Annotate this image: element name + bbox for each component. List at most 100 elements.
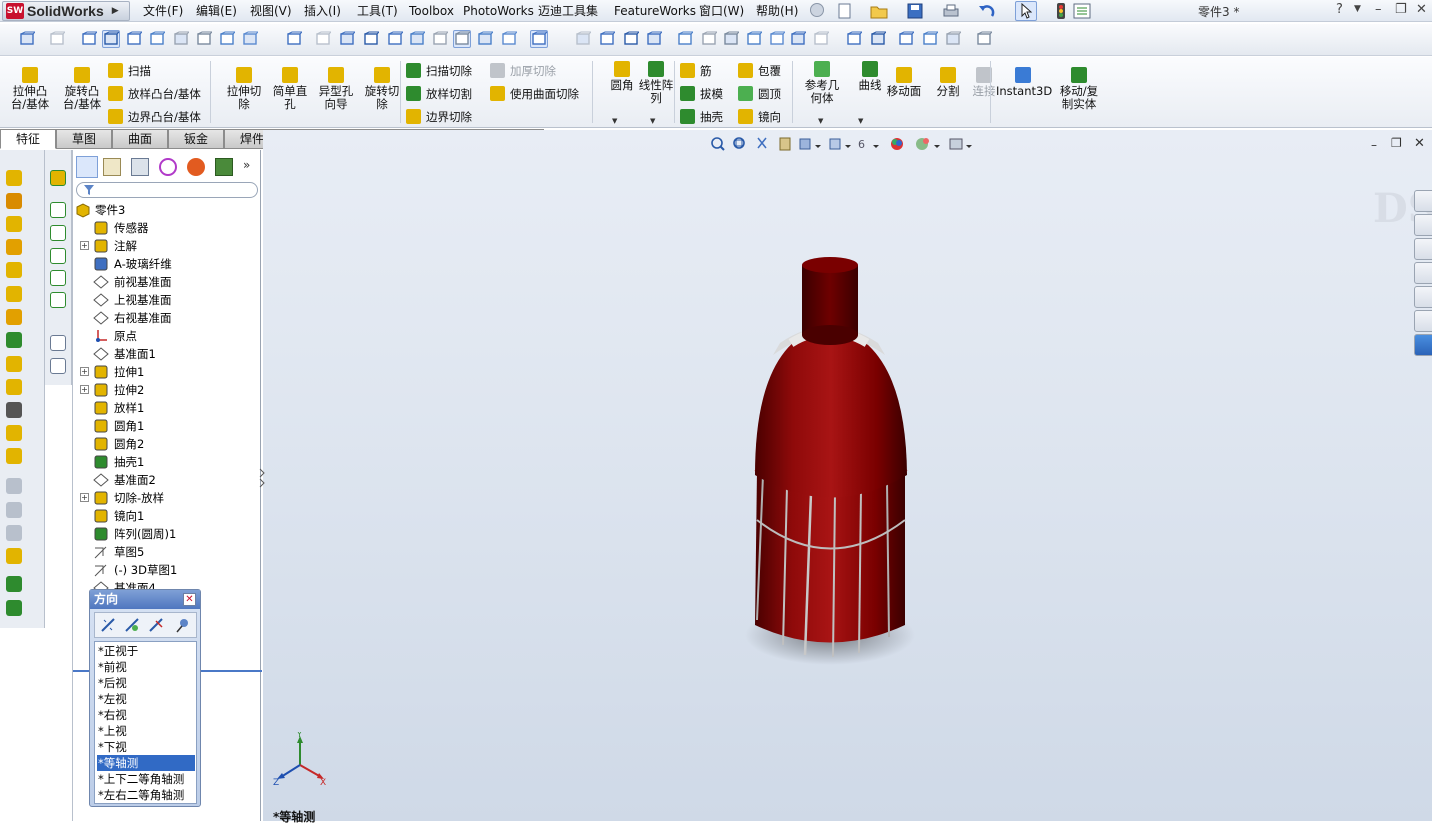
feature-tool-icon[interactable] [6,193,22,209]
menu-item[interactable]: 视图(V) [250,2,292,20]
sketch-tool-icon[interactable] [50,248,66,264]
tree-item[interactable]: 传感器 [73,219,262,237]
orientation-view-item[interactable]: *正视于 [97,643,195,659]
menu-item[interactable]: 迈迪工具集 [538,2,598,20]
view-toolbar-icon[interactable] [812,30,830,48]
view-toolbar-icon[interactable] [102,30,120,48]
ref-geometry-button[interactable]: 参考几 何体 [798,61,846,105]
menu-item[interactable]: 帮助(H) [756,2,798,20]
menu-item[interactable]: FeatureWorks [614,2,696,20]
view-toolbar-icon[interactable] [768,30,786,48]
view-toolbar-icon[interactable] [789,30,807,48]
feature-tool-icon[interactable] [6,576,22,592]
feature-tool-icon[interactable] [6,478,22,494]
view-toolbar-icon[interactable] [362,30,380,48]
sketch-tool-icon[interactable] [50,170,66,186]
loft-button[interactable]: 放样凸台/基体 [108,85,201,103]
view-toolbar-icon[interactable] [574,30,592,48]
lofted-cut-button[interactable]: 放样切割 [406,85,472,103]
feature-tool-icon[interactable] [6,502,22,518]
instant3d-button[interactable]: Instant3D [996,67,1052,98]
draft-button[interactable]: 拔模 [680,85,723,103]
orientation-view-item[interactable]: *右视 [97,707,195,723]
feature-tool-icon[interactable] [6,286,22,302]
orientation-view-item[interactable]: *左视 [97,691,195,707]
feature-tool-icon[interactable] [6,402,22,418]
view-toolbar-icon[interactable] [195,30,213,48]
tree-item[interactable]: 上视基准面 [73,291,262,309]
mirror-button[interactable]: 镜向 [738,108,781,126]
ribbon-dropdown-icon[interactable]: ▼ [818,117,823,125]
tree-item[interactable]: 放样1 [73,399,262,417]
close-button[interactable]: ✕ [1416,2,1427,17]
tree-item[interactable]: 原点 [73,327,262,345]
tree-item[interactable]: 镜向1 [73,507,262,525]
property-manager-tab-icon[interactable] [103,158,121,176]
solidworks-logo-menu[interactable]: SW SolidWorks ▶ [2,1,130,21]
revolve-boss-button[interactable]: 旋转凸 台/基体 [58,67,106,111]
feature-tool-icon[interactable] [6,356,22,372]
help-icon[interactable]: ? [1336,2,1343,17]
sketch-tool-icon[interactable] [50,292,66,308]
new-document-icon[interactable] [836,2,854,20]
tree-item[interactable]: + 注解 [73,237,262,255]
help-dropdown-icon[interactable]: ▼ [1354,4,1361,14]
sketch-tool-icon[interactable] [50,358,66,374]
view-toolbar-icon[interactable] [48,30,66,48]
tree-item[interactable]: 右视基准面 [73,309,262,327]
simple-hole-button[interactable]: 简单直 孔 [266,67,314,111]
tree-item[interactable]: (-) 3D草图1 [73,561,262,579]
view-toolbar-icon[interactable] [241,30,259,48]
expand-icon[interactable]: + [80,493,89,502]
ribbon-dropdown-icon[interactable]: ▼ [650,117,655,125]
boundary-button[interactable]: 边界凸台/基体 [108,108,201,126]
tree-item[interactable]: + 拉伸1 [73,363,262,381]
orientation-view-item[interactable]: *前视 [97,659,195,675]
feature-tool-icon[interactable] [6,525,22,541]
view-toolbar-icon[interactable] [598,30,616,48]
3dcontent-tab-icon[interactable] [1414,334,1432,356]
resources-tab-icon[interactable] [1414,190,1432,212]
panel-collapse-handle[interactable] [258,465,266,493]
appearances-tab-icon[interactable] [1414,286,1432,308]
tree-item[interactable]: 前视基准面 [73,273,262,291]
menu-pin-icon[interactable] [810,3,824,17]
tree-item[interactable]: 基准面1 [73,345,262,363]
dimxpert-manager-tab-icon[interactable] [159,158,177,176]
view-toolbar-icon[interactable] [148,30,166,48]
sketch-tool-icon[interactable] [50,202,66,218]
rebuild-icon[interactable] [1052,2,1070,20]
reset-standard-views-icon[interactable] [148,617,164,633]
view-toolbar-icon[interactable] [314,30,332,48]
viewport-minimize-button[interactable]: – [1371,138,1377,152]
view-toolbar-icon[interactable] [722,30,740,48]
view-toolbar-icon[interactable] [897,30,915,48]
feature-tool-icon[interactable] [6,332,22,348]
tree-item[interactable]: 圆角2 [73,435,262,453]
orientation-close-button[interactable]: ✕ [183,593,196,606]
tree-item[interactable]: + 切除-放样 [73,489,262,507]
rib-button[interactable]: 筋 [680,62,712,80]
hole-wizard-button[interactable]: 异型孔 向导 [312,67,360,111]
feature-tool-icon[interactable] [6,309,22,325]
sweep-button[interactable]: 扫描 [108,62,151,80]
configuration-manager-tab-icon[interactable] [131,158,149,176]
linear-pattern-button[interactable]: 线性阵 列 [632,61,680,105]
custom-properties-tab-icon[interactable] [1414,310,1432,332]
orientation-view-item[interactable]: *后视 [97,675,195,691]
menu-item[interactable]: 编辑(E) [196,2,237,20]
design-library-tab-icon[interactable] [1414,214,1432,236]
expand-icon[interactable]: + [80,367,89,376]
menu-item[interactable]: Toolbox [409,2,454,20]
sketch-tool-icon[interactable] [50,225,66,241]
view-palette-tab-icon[interactable] [1414,262,1432,284]
tree-item[interactable]: + 拉伸2 [73,381,262,399]
dome-button[interactable]: 圆顶 [738,85,781,103]
ribbon-dropdown-icon[interactable]: ▼ [858,117,863,125]
options-icon[interactable] [1073,2,1091,20]
view-toolbar-icons[interactable]: 6 [708,135,988,153]
view-toolbar-icon[interactable] [172,30,190,48]
sketch-tool-icon[interactable] [50,335,66,351]
pin-dialog-icon[interactable] [175,617,191,633]
feature-tool-icon[interactable] [6,239,22,255]
